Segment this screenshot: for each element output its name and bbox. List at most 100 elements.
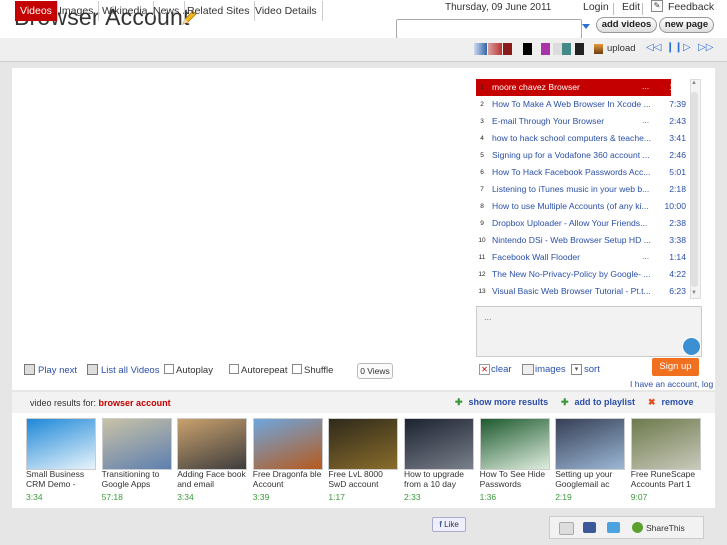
search-input[interactable] — [396, 19, 582, 39]
autoplay-checkbox[interactable] — [164, 364, 174, 374]
pause-icon[interactable]: ❙❙ — [666, 42, 683, 53]
playlist-scrollbar-thumb[interactable] — [691, 92, 698, 287]
autorepeat-checkbox[interactable] — [229, 364, 239, 374]
facebook-like-button[interactable]: f Like — [432, 517, 466, 532]
playlist-item[interactable]: 1 moore chavez Browser... 1:48 — [476, 79, 688, 96]
next-icon[interactable]: ▷ — [683, 42, 691, 53]
color-swatch-purple[interactable] — [541, 43, 550, 55]
color-swatch-teal[interactable] — [562, 43, 571, 55]
images-link[interactable]: images — [535, 364, 566, 375]
add-videos-button[interactable]: add videos — [596, 17, 657, 33]
color-swatch-black[interactable] — [523, 43, 532, 55]
playlist-item-title: E-mail Through Your Browser — [492, 116, 605, 126]
video-title[interactable]: Setting up your Googlemail ac — [555, 469, 625, 489]
video-title[interactable]: How To See Hide Passwords — [480, 469, 550, 489]
playlist-item[interactable]: 2 How To Make A Web Browser In Xcode ... 7… — [476, 96, 688, 113]
playlist-item[interactable]: 11 Facebook Wall Flooder... 1:14 — [476, 249, 688, 266]
login-account-link[interactable]: I have an account, log — [630, 379, 713, 389]
twitter-icon[interactable] — [607, 522, 620, 533]
color-swatch-maroon[interactable] — [503, 43, 512, 55]
upload-link[interactable]: upload — [607, 43, 636, 54]
scroll-down-icon[interactable]: ▼ — [691, 290, 697, 296]
shuffle-checkbox[interactable] — [292, 364, 302, 374]
facebook-share-icon[interactable] — [583, 522, 596, 533]
new-page-button[interactable]: new page — [659, 17, 714, 33]
previous-icon[interactable]: ◁◁ — [646, 42, 661, 53]
video-thumbnail[interactable] — [26, 418, 96, 470]
video-thumbnail[interactable] — [177, 418, 248, 470]
playlist-item-title: How To Hack Facebook Passwords Acc... — [492, 167, 651, 177]
clear-link[interactable]: clear — [491, 364, 512, 375]
tab-video-details[interactable]: Video Details — [250, 1, 323, 21]
email-icon[interactable] — [559, 522, 574, 535]
search-dropdown-arrow-icon[interactable] — [582, 24, 590, 29]
video-title[interactable]: Free RuneScape Accounts Part 1 — [631, 469, 701, 489]
show-more-results-button[interactable]: ✚ show more results — [455, 397, 548, 408]
login-link[interactable]: Login — [583, 1, 609, 13]
sharethis-label[interactable]: ShareThis — [646, 523, 685, 533]
playlist-item[interactable]: 12 The New No-Privacy-Policy by Google- .… — [476, 266, 688, 283]
tab-news[interactable]: News — [148, 1, 186, 21]
comment-placeholder: ... — [484, 312, 492, 322]
comment-send-icon[interactable] — [682, 337, 701, 356]
playlist-item-number: 9 — [480, 220, 484, 227]
playlist-item[interactable]: 9 Dropbox Uploader - Allow Your Friends..… — [476, 215, 688, 232]
playlist-item[interactable]: 6 How To Hack Facebook Passwords Acc... 5:… — [476, 164, 688, 181]
playlist-item-title: Nintendo DSi - Web Browser Setup HD ... — [492, 235, 651, 245]
video-thumbnail[interactable] — [630, 418, 701, 470]
video-player[interactable] — [12, 68, 472, 358]
playlist-item[interactable]: 3 E-mail Through Your Browser... 2:43 — [476, 113, 688, 130]
playlist-item-ellipsis: ... — [642, 81, 650, 91]
feedback-icon: ✎ — [651, 0, 663, 12]
facebook-icon: f — [439, 520, 442, 529]
play-next-link[interactable]: Play next — [38, 365, 77, 376]
video-title[interactable]: Adding Face book and email — [177, 469, 247, 489]
images-icon[interactable] — [522, 364, 534, 375]
sharethis-icon[interactable] — [632, 522, 643, 533]
color-swatch-blue[interactable] — [474, 43, 487, 55]
video-title[interactable]: Transitioning to Google Apps — [102, 469, 172, 489]
video-title[interactable]: How to upgrade from a 10 day — [404, 469, 474, 489]
video-thumbnail[interactable] — [479, 418, 550, 470]
video-thumbnail[interactable] — [101, 418, 172, 470]
playlist-item[interactable]: 7 Listening to iTunes music in your web b… — [476, 181, 688, 198]
video-title[interactable]: Free Dragonfa ble Account — [253, 469, 323, 489]
remove-button[interactable]: ✖ remove — [648, 397, 694, 408]
video-thumbnail[interactable] — [404, 418, 474, 470]
fast-forward-icon[interactable]: ▷▷ — [698, 42, 713, 53]
video-thumbnail[interactable] — [252, 418, 323, 470]
color-swatch-dark[interactable] — [575, 43, 584, 55]
playlist-item[interactable]: 13 Visual Basic Web Browser Tutorial - Pt… — [476, 283, 688, 299]
list-all-icon[interactable] — [87, 364, 98, 375]
scroll-up-icon[interactable]: ▲ — [691, 80, 697, 86]
comment-box[interactable] — [476, 306, 702, 357]
tab-wikipedia[interactable]: Wikipedia — [97, 1, 154, 21]
sort-icon[interactable]: ▾ — [571, 364, 582, 375]
edit-link[interactable]: Edit — [622, 1, 640, 13]
play-next-icon[interactable] — [24, 364, 35, 375]
sort-link[interactable]: sort — [584, 364, 600, 375]
tab-images[interactable]: Images — [54, 1, 100, 21]
signup-button[interactable]: Sign up — [652, 358, 699, 376]
playlist-item[interactable]: 4 how to hack school computers & teache..… — [476, 130, 688, 147]
tab-related-sites[interactable]: Related Sites — [182, 1, 256, 21]
playlist: 1 moore chavez Browser... 1:48 2 How To Make… — [476, 79, 688, 299]
feedback-link[interactable]: Feedback — [668, 1, 714, 13]
upload-icon[interactable] — [594, 44, 603, 54]
playlist-item[interactable]: 5 Signing up for a Vodafone 360 account .… — [476, 147, 688, 164]
playlist-item[interactable]: 10 Nintendo DSi - Web Browser Setup HD ..… — [476, 232, 688, 249]
list-all-videos-link[interactable]: List all Videos — [101, 365, 159, 376]
clear-icon[interactable]: ✕ — [479, 364, 490, 375]
playlist-item-title: moore chavez Browser — [492, 82, 580, 92]
video-thumbnail[interactable] — [555, 418, 626, 470]
color-swatch-red[interactable] — [488, 43, 502, 55]
playlist-item[interactable]: 8 How to use Multiple Accounts (of any ki… — [476, 198, 688, 215]
color-swatch-gray[interactable] — [553, 43, 562, 55]
video-title[interactable]: Free LvL 8000 SwD account — [328, 469, 398, 489]
plus-icon: ✚ — [455, 397, 463, 407]
video-thumbnail[interactable] — [328, 418, 399, 470]
video-title[interactable]: Small Business CRM Demo - — [26, 469, 96, 489]
add-to-playlist-button[interactable]: ✚ add to playlist — [561, 397, 635, 408]
playlist-item-number: 5 — [480, 152, 484, 159]
tab-videos[interactable]: Videos — [15, 1, 58, 21]
